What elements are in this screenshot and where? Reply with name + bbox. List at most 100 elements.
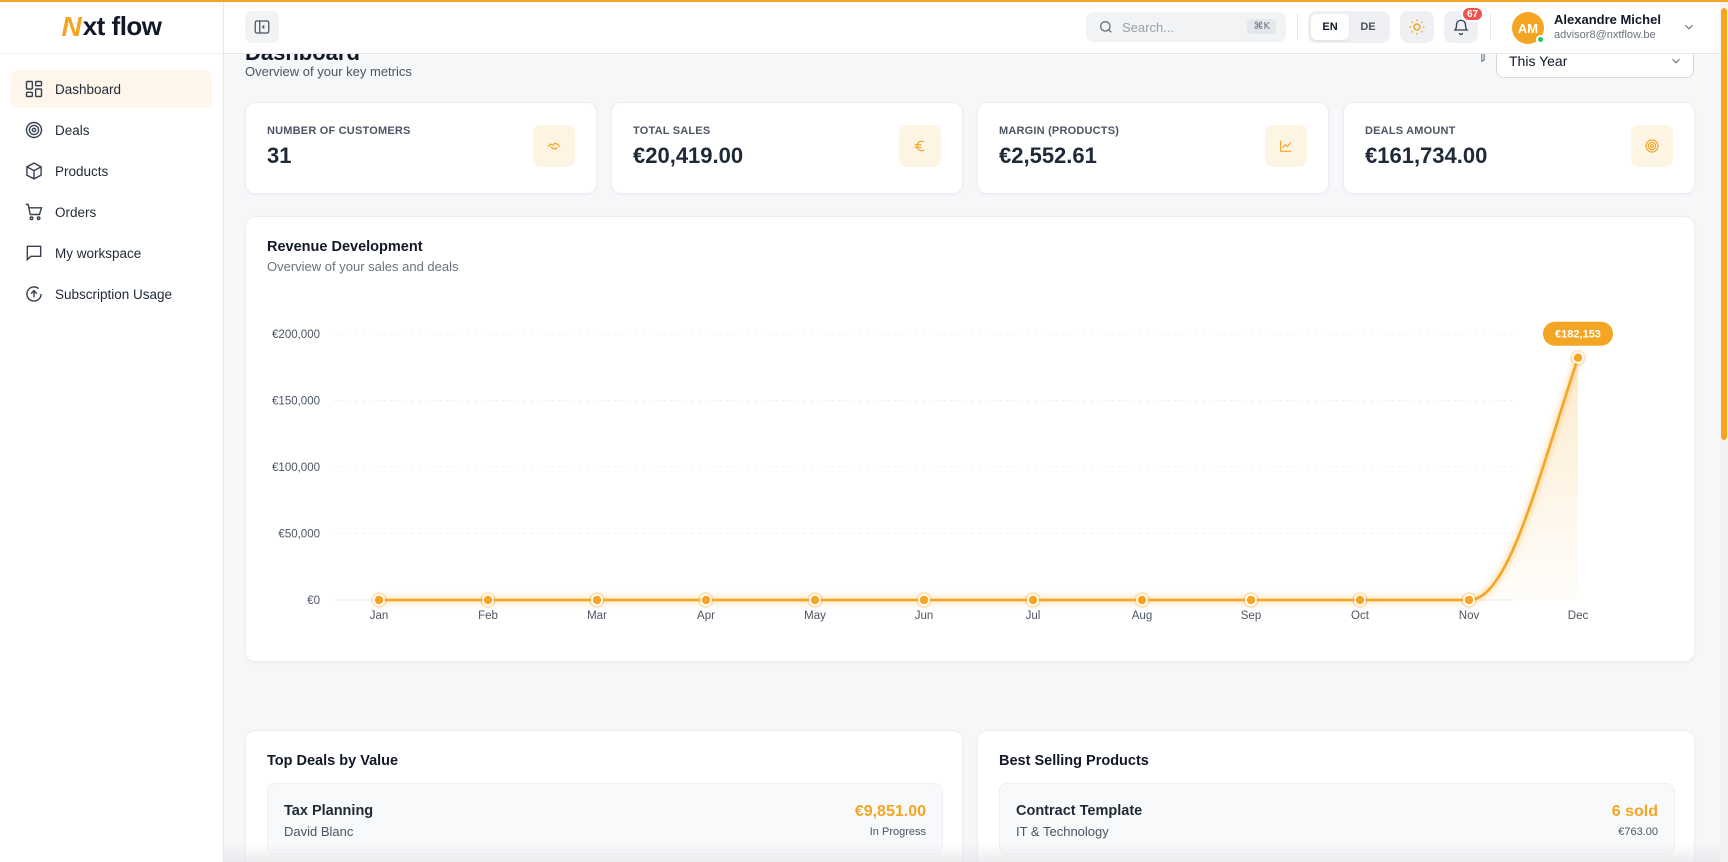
- x-tick-label: May: [804, 610, 826, 622]
- kpi-card-margin[interactable]: MARGIN (PRODUCTS) €2,552.61: [977, 102, 1329, 194]
- product-revenue: €763.00: [1618, 826, 1658, 838]
- data-point: [809, 594, 821, 606]
- target-icon: [1631, 125, 1673, 167]
- logo-mark: N: [61, 10, 82, 42]
- sidebar-item-label: My workspace: [55, 245, 142, 261]
- product-category: IT & Technology: [1016, 824, 1109, 839]
- upload-circle-icon: [24, 284, 44, 304]
- kpi-label: TOTAL SALES: [633, 125, 711, 137]
- x-tick-label: Dec: [1568, 610, 1589, 622]
- list-item[interactable]: Contract Template IT & Technology 6 sold…: [999, 783, 1675, 855]
- data-point: [373, 594, 385, 606]
- kpi-value: €20,419.00: [633, 143, 744, 168]
- y-tick-label: €150,000: [272, 396, 320, 408]
- search-box[interactable]: ⌘K: [1086, 12, 1286, 42]
- theme-toggle-button[interactable]: [1400, 11, 1434, 43]
- data-point: [1027, 594, 1039, 606]
- sidebar-item-my-workspace[interactable]: My workspace: [11, 234, 212, 272]
- kpi-label: DEALS AMOUNT: [1365, 125, 1456, 137]
- kpi-card-deals-amount[interactable]: DEALS AMOUNT €161,734.00: [1343, 102, 1695, 194]
- data-point: [591, 594, 603, 606]
- target-icon: [24, 120, 44, 140]
- search-shortcut: ⌘K: [1247, 19, 1276, 34]
- line-chart-icon: [1265, 125, 1307, 167]
- sidebar-item-label: Subscription Usage: [55, 286, 173, 302]
- brand-logo[interactable]: N xt flow: [0, 0, 223, 54]
- series-area: [379, 357, 1578, 600]
- deal-client: David Blanc: [284, 824, 354, 839]
- chevron-down-icon: [1672, 58, 1680, 64]
- x-tick-label: Sep: [1241, 610, 1261, 622]
- top-deals-card: Top Deals by Value Tax Planning David Bl…: [245, 730, 963, 862]
- sidebar-item-subscription-usage[interactable]: Subscription Usage: [11, 275, 212, 313]
- revenue-chart-card: Revenue Development Overview of your sal…: [245, 216, 1695, 662]
- sidebar: N xt flow Dashboard Deals Products Order…: [0, 0, 224, 862]
- peak-tooltip-label: €182,153: [1555, 329, 1601, 341]
- sidebar-nav: Dashboard Deals Products Orders My works…: [0, 54, 223, 313]
- sidebar-item-orders[interactable]: Orders: [11, 193, 212, 231]
- sidebar-toggle-button[interactable]: [245, 11, 279, 43]
- notification-badge: 67: [1461, 6, 1485, 22]
- x-tick-label: Apr: [697, 610, 715, 622]
- series-line-glow: [379, 356, 1581, 603]
- language-switcher: EN DE: [1308, 11, 1390, 43]
- kpi-card-customers[interactable]: NUMBER OF CUSTOMERS 31: [245, 102, 597, 194]
- x-tick-label: Nov: [1459, 610, 1480, 622]
- divider: [1297, 14, 1298, 40]
- x-tick-label: Mar: [587, 610, 607, 622]
- data-point: [1136, 594, 1148, 606]
- data-point: [700, 594, 712, 606]
- language-en-button[interactable]: EN: [1311, 14, 1349, 40]
- data-point: [918, 594, 930, 606]
- kpi-label: MARGIN (PRODUCTS): [999, 125, 1120, 137]
- top-accent-bar: [0, 0, 1728, 2]
- sidebar-item-products[interactable]: Products: [11, 152, 212, 190]
- kpi-value: €161,734.00: [1365, 143, 1488, 168]
- list-item[interactable]: Tax Planning David Blanc €9,851.00 In Pr…: [267, 783, 943, 855]
- scrollbar-thumb[interactable]: [1721, 8, 1727, 440]
- y-tick-label: €50,000: [278, 529, 320, 541]
- language-de-button[interactable]: DE: [1349, 14, 1387, 40]
- kpi-label: NUMBER OF CUSTOMERS: [267, 125, 411, 137]
- sidebar-item-label: Dashboard: [55, 81, 122, 97]
- kpi-value: 31: [267, 143, 292, 168]
- page-scrollbar[interactable]: [1720, 0, 1728, 862]
- user-email: advisor8@nxtflow.be: [1554, 29, 1656, 41]
- period-select-value: This Year: [1509, 54, 1568, 69]
- x-tick-label: Jan: [370, 610, 389, 622]
- series-line: [377, 356, 1580, 602]
- user-menu[interactable]: AM Alexandre Michel advisor8@nxtflow.be: [1512, 10, 1712, 44]
- search-input[interactable]: [1122, 19, 1242, 35]
- data-point: [1463, 594, 1475, 606]
- page-subtitle: Overview of your key metrics: [245, 64, 412, 79]
- x-tick-label: Oct: [1351, 610, 1370, 622]
- user-name: Alexandre Michel: [1554, 12, 1661, 27]
- y-tick-label: €0: [307, 595, 320, 607]
- online-status-dot: [1536, 35, 1545, 44]
- best-products-card: Best Selling Products Contract Template …: [977, 730, 1695, 862]
- sidebar-item-dashboard[interactable]: Dashboard: [11, 70, 212, 108]
- logo-text: xt flow: [82, 11, 162, 41]
- filter-icon: [1481, 54, 1485, 63]
- deal-name: Tax Planning: [284, 803, 374, 819]
- sidebar-item-label: Products: [55, 163, 109, 179]
- main-content: Dashboard Overview of your key metrics T…: [224, 54, 1720, 862]
- cart-icon: [24, 202, 44, 222]
- x-tick-label: Jul: [1026, 610, 1041, 622]
- sun-icon: [1409, 19, 1425, 35]
- sidebar-item-deals[interactable]: Deals: [11, 111, 212, 149]
- x-tick-label: Aug: [1132, 610, 1152, 622]
- kpi-card-total-sales[interactable]: TOTAL SALES €20,419.00: [611, 102, 963, 194]
- deal-amount: €9,851.00: [854, 803, 926, 820]
- product-name: Contract Template: [1016, 803, 1143, 819]
- period-select[interactable]: This Year: [1496, 54, 1694, 78]
- box-icon: [24, 161, 44, 181]
- data-point: [1354, 594, 1366, 606]
- sidebar-item-label: Orders: [55, 204, 97, 220]
- divider: [1490, 14, 1491, 40]
- dashboard-grid-icon: [24, 79, 44, 99]
- kpi-value: €2,552.61: [999, 143, 1097, 168]
- deal-status: In Progress: [869, 826, 926, 838]
- y-tick-label: €100,000: [272, 462, 320, 474]
- revenue-line-chart: €0 €50,000 €100,000 €150,000 €200,000 Jan Feb M…: [272, 321, 1613, 622]
